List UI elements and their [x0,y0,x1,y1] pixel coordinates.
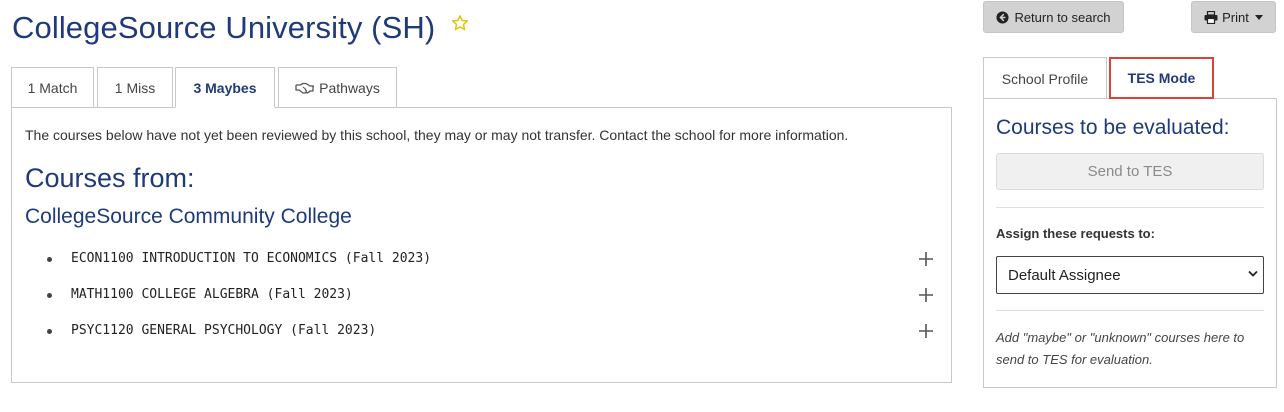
print-label: Print [1222,9,1249,25]
tab-miss[interactable]: 1 Miss [97,67,173,108]
tab-match[interactable]: 1 Match [11,67,94,108]
return-label: Return to search [1014,9,1111,25]
assignee-value: Default Assignee [1008,266,1121,284]
plus-icon[interactable] [919,324,933,338]
evaluation-title: Courses to be evaluated: [996,116,1230,139]
return-to-search-button[interactable]: Return to search [983,1,1124,33]
tab-tes-mode[interactable]: TES Mode [1109,57,1214,99]
tab-label: 1 Match [27,79,78,96]
list-item: MATH1100 COLLEGE ALGEBRA (Fall 2023) [12,284,951,308]
tab-label: 3 Maybes [193,79,257,96]
help-text: Add "maybe" or "unknown" courses here to… [996,330,1245,367]
transfer-note: The courses below have not yet been revi… [25,127,849,143]
college-name: CollegeSource Community College [25,205,352,228]
star-icon[interactable] [451,14,469,32]
bullet [47,293,52,298]
divider [996,207,1264,208]
course-text: PSYC1120 GENERAL PSYCHOLOGY (Fall 2023) [71,323,377,338]
divider [996,310,1264,311]
plus-icon[interactable] [919,288,933,302]
tab-label: TES Mode [1127,70,1196,86]
tab-label: 1 Miss [114,79,156,96]
handshake-icon [295,82,315,94]
list-item: ECON1100 INTRODUCTION TO ECONOMICS (Fall… [12,248,951,272]
send-to-tes-button[interactable]: Send to TES [996,153,1264,190]
caret-down-icon [1254,14,1263,20]
tab-label: Pathways [319,79,380,96]
arrow-left-circle-icon [996,10,1009,24]
assignee-select[interactable]: Default Assignee [996,256,1264,294]
print-button[interactable]: Print [1191,1,1276,33]
tab-label: School Profile [1001,70,1089,87]
page-title: CollegeSource University (SH) [12,10,436,45]
course-text: MATH1100 COLLEGE ALGEBRA (Fall 2023) [71,287,353,302]
maybes-panel: The courses below have not yet been revi… [11,107,952,383]
tab-school-profile[interactable]: School Profile [983,57,1107,99]
list-item: PSYC1120 GENERAL PSYCHOLOGY (Fall 2023) [12,320,951,344]
chevron-down-icon [1248,270,1258,277]
assign-label: Assign these requests to: [996,226,1155,241]
bullet [47,257,52,262]
printer-icon [1204,10,1218,24]
courses-from-heading: Courses from: [25,163,195,193]
tab-maybes[interactable]: 3 Maybes [175,67,275,108]
plus-icon[interactable] [919,252,933,266]
bullet [47,329,52,334]
tab-pathways[interactable]: Pathways [278,67,397,108]
course-text: ECON1100 INTRODUCTION TO ECONOMICS (Fall… [71,251,432,266]
tes-panel: Courses to be evaluated: Send to TES Ass… [983,98,1277,388]
